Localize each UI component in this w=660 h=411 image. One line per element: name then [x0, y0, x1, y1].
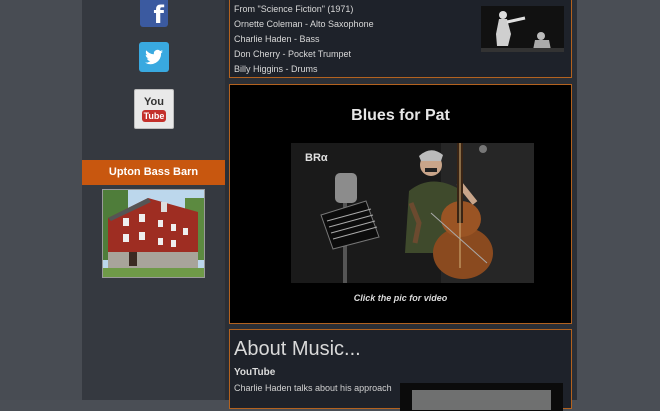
about-description: Charlie Haden talks about his approach — [234, 383, 392, 393]
track-line: Charlie Haden - Bass — [234, 34, 320, 44]
barn-image — [103, 190, 204, 277]
track-line: Ornette Coleman - Alto Saxophone — [234, 19, 374, 29]
track-line: Billy Higgins - Drums — [234, 64, 318, 74]
track-panel: From "Science Fiction" (1971) Ornette Co… — [229, 0, 572, 78]
left-gutter — [0, 0, 82, 400]
performance-thumbnail[interactable] — [481, 6, 564, 52]
twitter-bird-icon — [145, 49, 163, 65]
about-panel: About Music... YouTube Charlie Haden tal… — [229, 329, 572, 411]
video-panel: Blues for Pat BRα Click the pic for vide… — [229, 84, 572, 324]
youtube-icon[interactable]: You Tube — [134, 89, 174, 129]
about-subheading: YouTube — [234, 367, 276, 378]
video-still: BRα — [291, 143, 534, 283]
track-line: Don Cherry - Pocket Trumpet — [234, 49, 352, 59]
barn-header: Upton Bass Barn — [82, 160, 225, 185]
video-caption: Click the pic for video — [353, 293, 448, 303]
facebook-icon[interactable]: f — [140, 0, 168, 29]
youtube-video-still — [412, 390, 551, 410]
youtube-video-thumbnail[interactable] — [400, 383, 563, 411]
twitter-icon[interactable] — [139, 42, 169, 72]
barn-photo[interactable] — [102, 189, 205, 278]
video-title: Blues for Pat — [351, 107, 450, 124]
sidebar: f You Tube Upton Bass Barn — [82, 0, 225, 400]
youtube-you-label: You — [144, 96, 164, 108]
video-thumbnail[interactable]: BRα — [291, 143, 534, 283]
video-logo: BRα — [305, 152, 328, 164]
performance-photo — [481, 6, 564, 52]
about-heading: About Music... — [234, 338, 361, 360]
track-line: From "Science Fiction" (1971) — [234, 4, 354, 14]
youtube-tube-label: Tube — [142, 110, 166, 122]
